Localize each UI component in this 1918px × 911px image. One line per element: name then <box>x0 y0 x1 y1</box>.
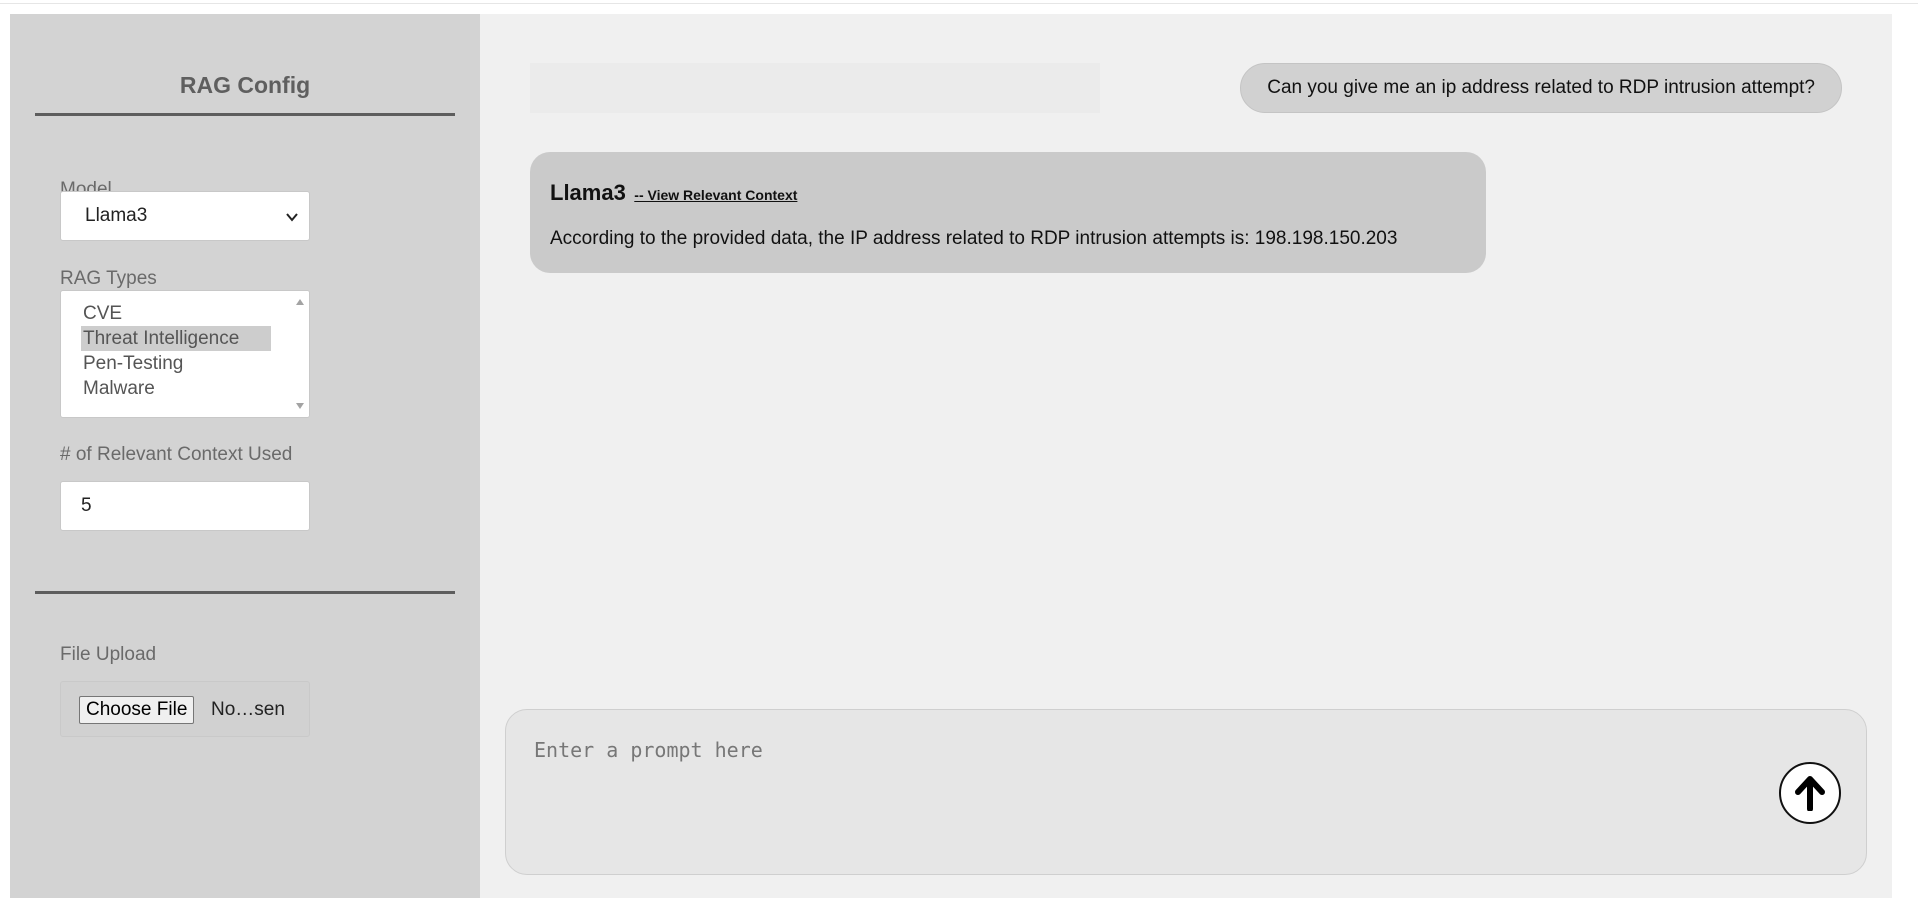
user-message-row <box>530 63 1100 113</box>
chat-area: Can you give me an ip address related to… <box>480 14 1892 898</box>
listbox-scrollbar[interactable] <box>292 291 309 417</box>
sidebar-title: RAG Config <box>179 72 311 98</box>
rag-types-listbox[interactable]: CVE Threat Intelligence Pen-Testing Malw… <box>60 290 310 418</box>
scroll-up-icon[interactable] <box>296 299 304 305</box>
rag-type-option-cve[interactable]: CVE <box>81 301 271 326</box>
rag-type-option-pen-testing[interactable]: Pen-Testing <box>81 351 271 376</box>
sidebar-divider-top <box>35 113 455 116</box>
context-count-input[interactable]: 5 <box>60 481 310 531</box>
send-button[interactable] <box>1779 762 1841 824</box>
prompt-placeholder: Enter a prompt here <box>534 738 763 762</box>
file-upload-status: No…sen <box>211 699 285 720</box>
bot-name: Llama3 <box>550 180 626 205</box>
rag-types-label: RAG Types <box>60 268 157 289</box>
file-upload-label: File Upload <box>60 644 157 665</box>
bot-message-header: Llama3 -- View Relevant Context <box>550 180 797 206</box>
prompt-input[interactable]: Enter a prompt here <box>505 709 1867 875</box>
file-upload-field[interactable]: Choose File No…sen <box>60 681 310 737</box>
rag-config-sidebar: RAG Config Model Llama3 RAG Types CVE Th… <box>10 14 480 898</box>
sidebar-divider-bottom <box>35 591 455 594</box>
page-top-border <box>0 3 1918 4</box>
bot-message-bubble: Llama3 -- View Relevant Context Accordin… <box>530 152 1486 273</box>
chevron-down-icon <box>286 213 298 222</box>
context-count-label: # of Relevant Context Used <box>60 444 293 465</box>
arrow-up-icon <box>1795 776 1825 811</box>
choose-file-button[interactable]: Choose File <box>79 696 195 724</box>
rag-type-option-malware[interactable]: Malware <box>81 376 271 401</box>
rag-type-option-threat-intelligence[interactable]: Threat Intelligence <box>81 326 271 351</box>
bot-message-text: According to the provided data, the IP a… <box>550 228 1398 249</box>
user-message-bubble: Can you give me an ip address related to… <box>1240 63 1842 113</box>
view-relevant-context-link[interactable]: -- View Relevant Context <box>634 187 797 203</box>
model-select[interactable]: Llama3 <box>60 191 310 241</box>
model-select-value: Llama3 <box>85 205 148 226</box>
scroll-down-icon[interactable] <box>296 403 304 409</box>
